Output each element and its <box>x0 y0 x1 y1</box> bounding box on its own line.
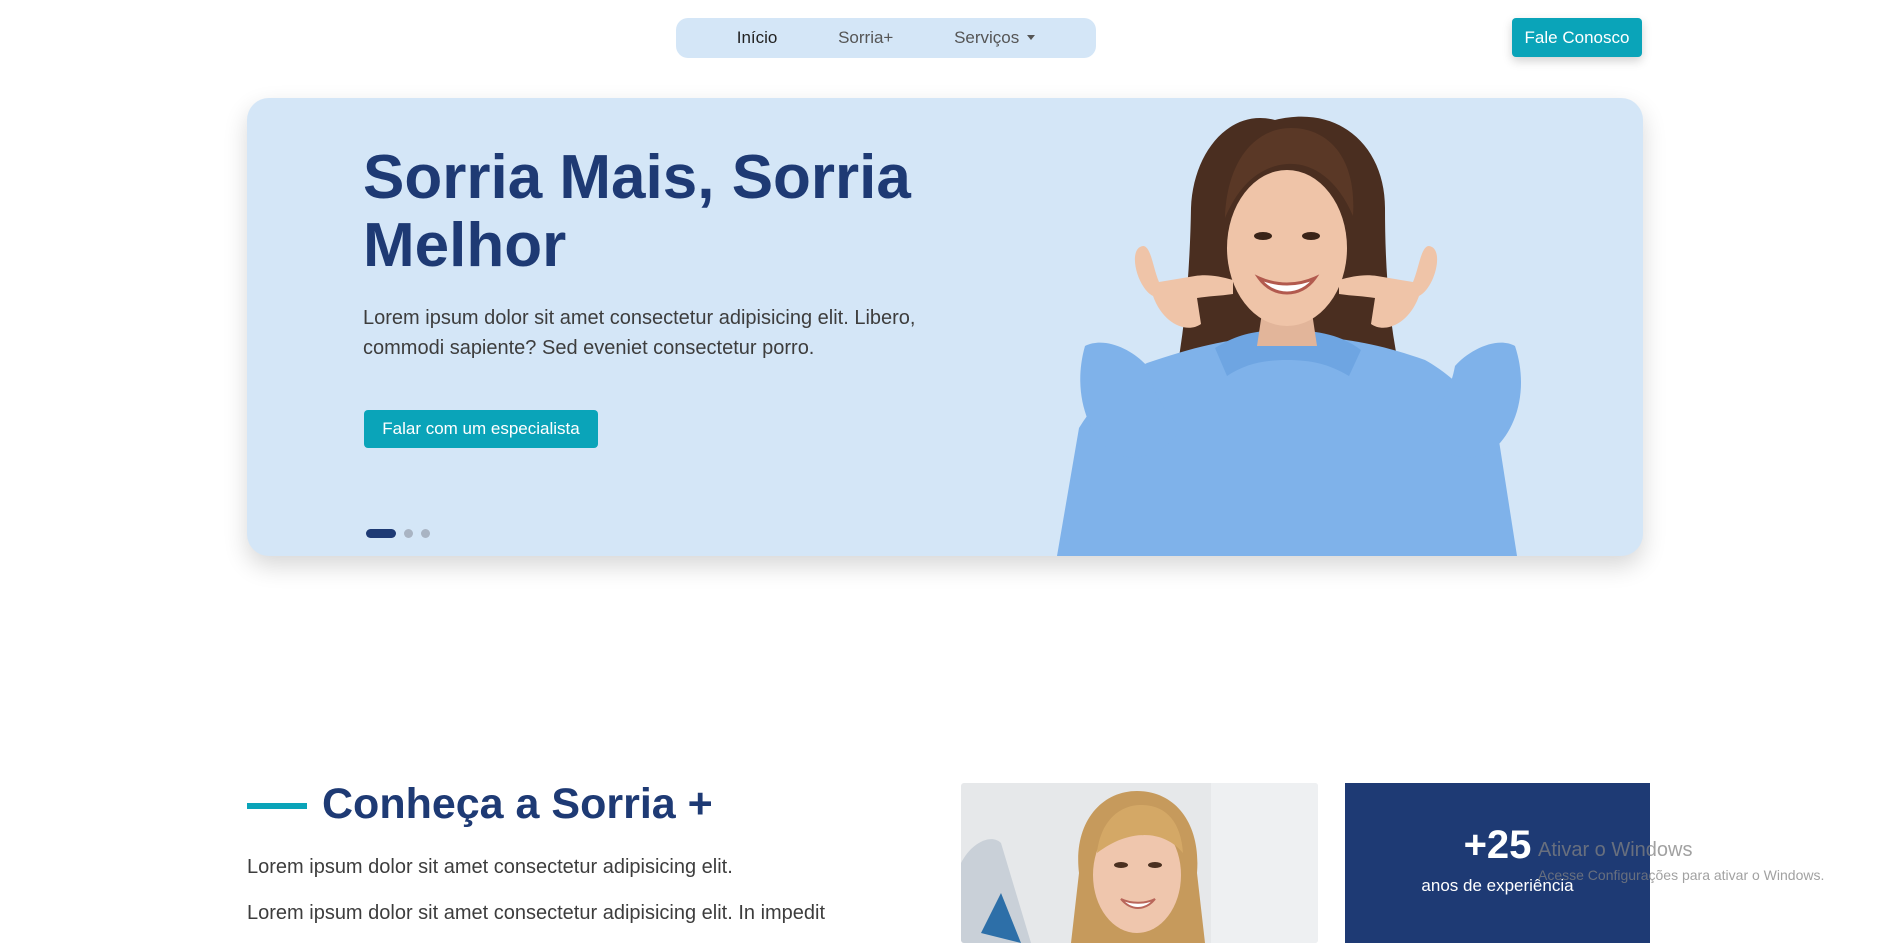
windows-watermark-subtitle: Acesse Configurações para ativar o Windo… <box>1538 867 1825 883</box>
hero-carousel: Sorria Mais, Sorria Melhor Lorem ipsum d… <box>247 98 1643 556</box>
windows-watermark-title: Ativar o Windows <box>1538 839 1693 861</box>
hero-description: Lorem ipsum dolor sit amet consectetur a… <box>363 307 916 359</box>
hero-woman-image <box>1057 116 1522 556</box>
specialist-button[interactable]: Falar com um especialista <box>364 410 598 448</box>
section-accent-line <box>247 803 307 809</box>
about-woman-image <box>961 783 1318 943</box>
about-title: Conheça a Sorria + <box>322 780 713 828</box>
fale-conosco-button[interactable]: Fale Conosco <box>1512 18 1642 57</box>
main-nav: Início Sorria+ Serviços <box>676 18 1096 58</box>
carousel-indicator-1[interactable] <box>366 529 396 538</box>
carousel-indicator-2[interactable] <box>404 529 413 538</box>
carousel-indicators <box>366 529 430 538</box>
experience-stat-card: +25 anos de experiência <box>1345 783 1650 943</box>
caret-down-icon <box>1027 35 1036 40</box>
nav-item-sorria[interactable]: Sorria+ <box>838 28 893 48</box>
about-paragraph-2: Lorem ipsum dolor sit amet consectetur a… <box>247 902 826 924</box>
nav-item-servicos-dropdown[interactable]: Serviços <box>954 28 1036 48</box>
about-paragraph-1: Lorem ipsum dolor sit amet consectetur a… <box>247 856 733 878</box>
hero-title: Sorria Mais, Sorria Melhor <box>363 143 911 280</box>
carousel-indicator-3[interactable] <box>421 529 430 538</box>
nav-item-inicio[interactable]: Início <box>737 28 778 48</box>
nav-item-servicos-label: Serviços <box>954 28 1020 47</box>
